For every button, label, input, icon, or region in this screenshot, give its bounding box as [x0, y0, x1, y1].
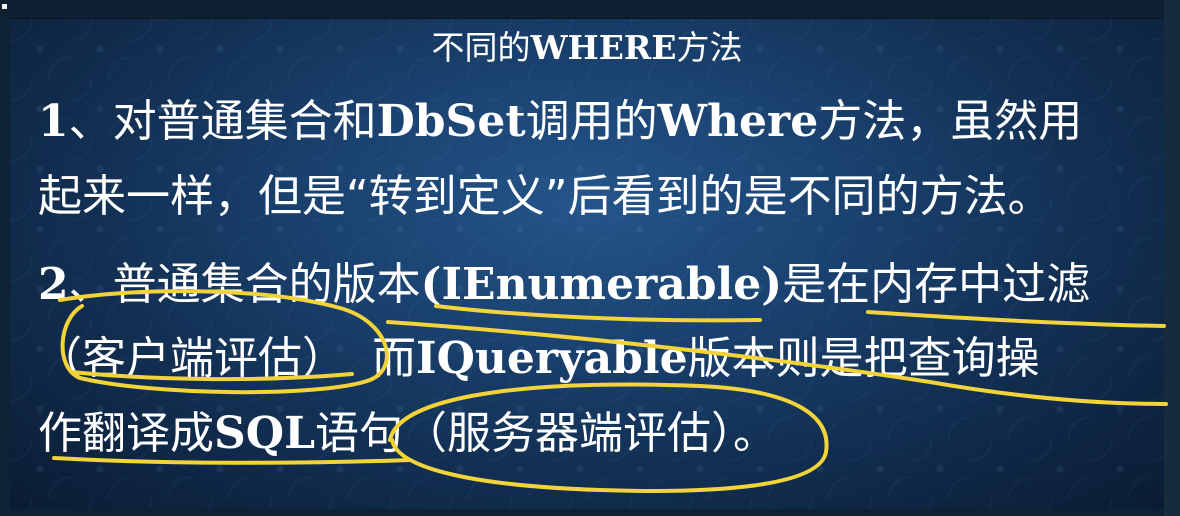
point1-line1: 1、对普通集合和DbSet调用的Where方法，虽然用: [38, 100, 1082, 144]
point1-number: 1: [38, 96, 69, 147]
point2-server-eval: 语句（服务器端评估）。: [315, 408, 778, 459]
window-top-strip: [0, 0, 1180, 18]
point1-text-c: 方法，虽然用: [818, 96, 1083, 147]
point1-keyword-dbset: DbSet: [376, 96, 526, 147]
point1-text-a: 、对普通集合和: [68, 96, 377, 147]
corner-mark: [2, 4, 7, 9]
point2-keyword-sql: SQL: [214, 408, 316, 459]
point2-client-eval: （客户端评估）: [38, 333, 346, 384]
slide-title: 不同的WHERE方法: [10, 21, 1164, 69]
point2-line3: 作翻译成SQL语句（服务器端评估）。: [38, 412, 777, 456]
window-right-edge: [1164, 0, 1180, 516]
point2-line2: （客户端评估） 而IQueryable版本则是把查询操: [38, 337, 1040, 381]
point2-text-a: 、普通集合的版本: [68, 259, 421, 310]
point2-number: 2: [38, 259, 69, 310]
title-suffix: 方法: [676, 28, 743, 67]
title-keyword: WHERE: [530, 28, 677, 67]
point1-text-b: 调用的: [525, 96, 658, 147]
presentation-slide: 不同的WHERE方法 1、对普通集合和DbSet调用的Where方法，虽然用 起…: [10, 18, 1164, 509]
point2-text-e: 作翻译成: [38, 408, 214, 459]
point2-text-b: 是在内存中过滤: [782, 259, 1091, 310]
point2-keyword-iqueryable: IQueryable: [416, 333, 688, 384]
point1-line2: 起来一样，但是“转到定义”后看到的是不同的方法。: [38, 171, 1052, 222]
title-prefix: 不同的: [431, 28, 531, 67]
point1-keyword-where: Where: [657, 96, 819, 147]
point2-keyword-ienumerable: (IEnumerable): [420, 259, 783, 310]
point2-line1: 2、普通集合的版本(IEnumerable)是在内存中过滤: [38, 263, 1090, 307]
point2-text-d: 版本则是把查询操: [687, 333, 1040, 384]
point2-text-c: 而: [372, 333, 416, 384]
